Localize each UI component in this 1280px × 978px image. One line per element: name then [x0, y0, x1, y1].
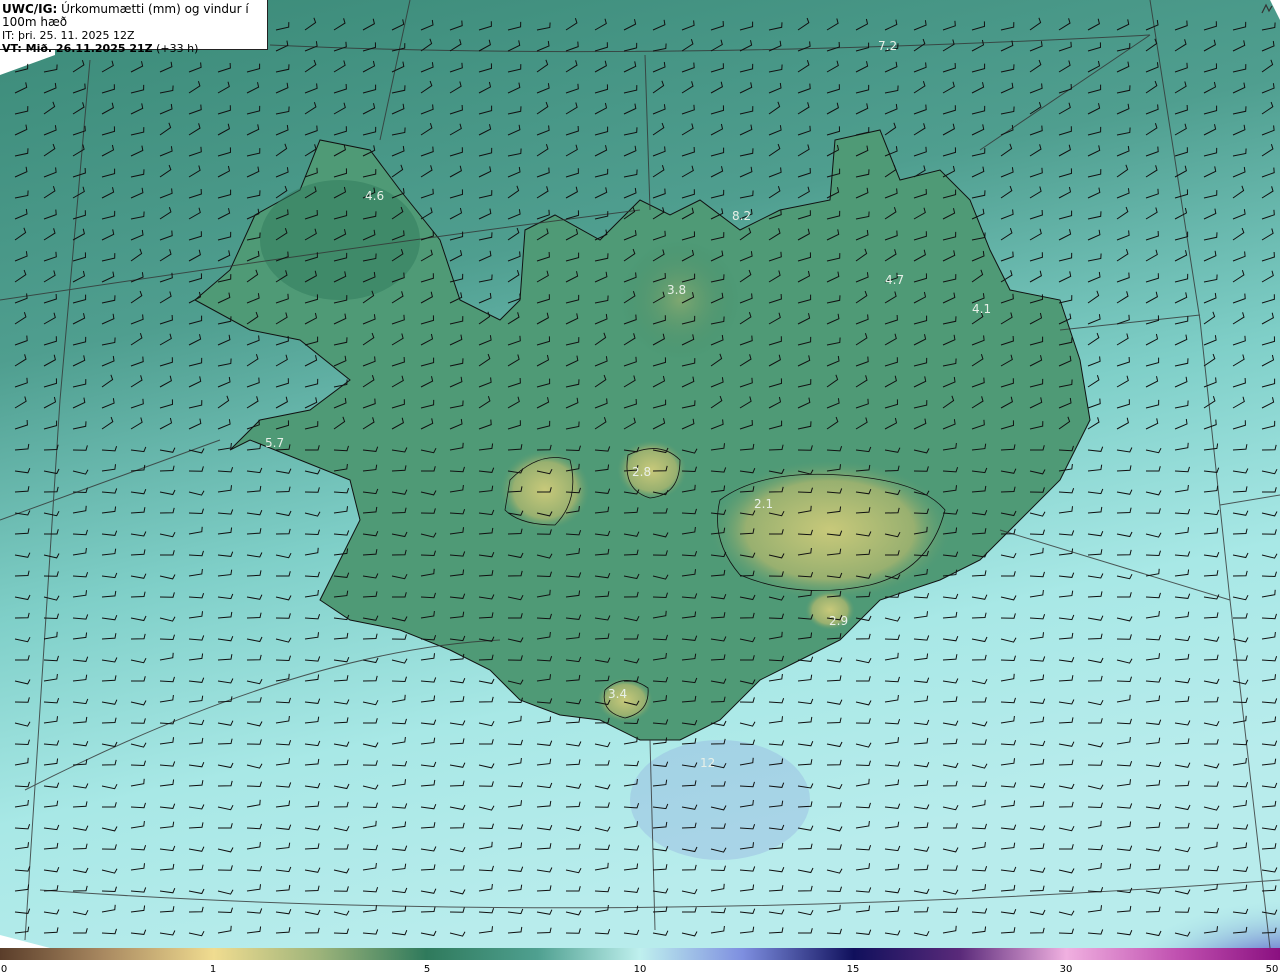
- lead-time: (+33 h): [152, 42, 199, 55]
- valid-time: VT: Mið. 26.11.2025 21Z: [2, 42, 153, 55]
- colorbar-tick: 15: [846, 964, 860, 975]
- colorbar-tick: 30: [1059, 964, 1073, 975]
- precip-label: 5.7: [265, 436, 284, 450]
- precip-label: 4.7: [885, 273, 904, 287]
- map-viewer: 7.2 4.6 8.2 3.8 4.7 4.1 2.8 2.1 2.9 3.4 5.7 12 UWC/…: [0, 0, 1280, 978]
- precip-label: 3.4: [608, 687, 627, 701]
- colorbar-tick: 5: [423, 964, 431, 975]
- map-header: UWC/IG: Úrkomumætti (mm) og vindur í 100…: [0, 0, 268, 55]
- precip-label: 2.9: [829, 614, 848, 628]
- precip-label: 2.1: [754, 497, 773, 511]
- precip-label: 4.6: [365, 189, 384, 203]
- toggle-icon[interactable]: [1260, 2, 1274, 16]
- title-line: UWC/IG: Úrkomumætti (mm) og vindur í 100…: [2, 3, 267, 29]
- precip-label: 2.8: [632, 465, 651, 479]
- colorbar-tick: 0: [0, 964, 8, 975]
- precip-label: 3.8: [667, 283, 686, 297]
- init-time: IT: þri. 25. 11. 2025 12Z: [2, 29, 135, 42]
- precip-label: 7.2: [878, 39, 897, 53]
- model-name: UWC/IG:: [2, 2, 58, 16]
- precip-label: 4.1: [972, 302, 991, 316]
- precip-label: 8.2: [732, 209, 751, 223]
- colorbar-tick: 1: [209, 964, 217, 975]
- colorbar-tick: 10: [633, 964, 647, 975]
- colorbar-tick: 50: [1265, 964, 1279, 975]
- precip-label: 12: [700, 756, 715, 770]
- colorbar-legend: 0 1 5 10 15 30 50: [0, 948, 1280, 978]
- precipitation-map[interactable]: 7.2 4.6 8.2 3.8 4.7 4.1 2.8 2.1 2.9 3.4 5.7 12: [0, 0, 1280, 948]
- colorbar: [0, 948, 1280, 960]
